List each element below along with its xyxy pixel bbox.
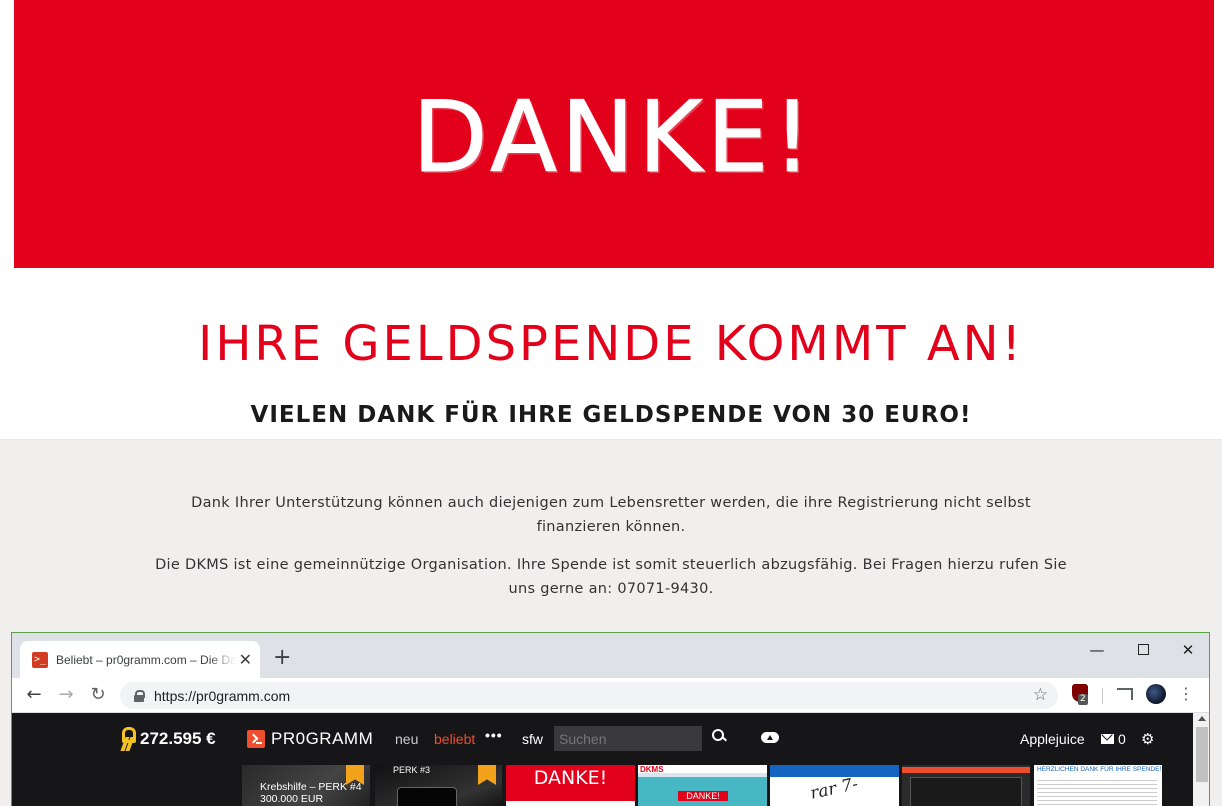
nav-more-icon[interactable]: ••• xyxy=(485,727,503,743)
url-text[interactable]: https://pr0gramm.com xyxy=(154,688,290,704)
thumbnail[interactable]: rar 7- xyxy=(770,765,899,806)
thumbnail-text-lines xyxy=(1037,777,1157,806)
terminal-prompt-icon: >_ xyxy=(32,651,48,668)
close-window-button[interactable]: ✕ xyxy=(1165,641,1209,671)
vertical-scrollbar[interactable] xyxy=(1193,713,1209,806)
benis-value: 272.595 € xyxy=(140,729,216,748)
thumbnail[interactable] xyxy=(902,765,1030,806)
inbox-count: 0 xyxy=(1118,731,1126,747)
bookmark-icon xyxy=(478,765,496,785)
ublock-badge: 2 xyxy=(1078,694,1088,705)
benis-counter[interactable]: 272.595 € xyxy=(120,727,216,751)
donation-subheadline: VIELEN DANK FÜR IHRE GELDSPENDE VON 30 E… xyxy=(250,402,972,428)
hero-title: DANKE! xyxy=(412,81,816,196)
forward-button[interactable]: → xyxy=(54,683,78,707)
maximize-icon xyxy=(1137,644,1149,655)
thumbnail[interactable]: DANKE! xyxy=(506,765,635,806)
thumbnail-caption: HERZLICHEN DANK FÜR IHRE SPENDE! xyxy=(1037,766,1162,773)
logo-text: PR0GRAMM xyxy=(271,729,374,748)
thumbnail-grid: Krebshilfe – PERK #4 300.000 EUR PERK #3… xyxy=(242,765,1162,806)
search-icon[interactable] xyxy=(712,729,728,745)
reload-button[interactable]: ↻ xyxy=(86,683,110,707)
thumbnail-body xyxy=(910,777,1022,806)
upload-cloud-icon[interactable] xyxy=(761,729,781,743)
nav-new[interactable]: neu xyxy=(395,731,418,747)
nav-sfw-filter[interactable]: sfw xyxy=(522,731,543,747)
username-link[interactable]: Applejuice xyxy=(1020,731,1085,747)
thumbnail[interactable]: PERK #3 xyxy=(375,765,502,806)
hero-banner: DANKE! xyxy=(14,0,1214,268)
tab-title: Beliebt – pr0gramm.com – Die Datenbank xyxy=(56,652,236,667)
thumbnail-caption: PERK #3 xyxy=(393,765,431,775)
profile-button[interactable] xyxy=(1145,684,1167,706)
thumbnail[interactable]: DKMS DANKE! xyxy=(638,765,767,806)
search-input[interactable] xyxy=(554,726,702,751)
lock-icon[interactable] xyxy=(134,689,145,702)
hero-section: DANKE! xyxy=(0,0,1222,268)
phone-graphic xyxy=(397,787,457,806)
nav-popular[interactable]: beliebt xyxy=(434,731,475,747)
thumbnail-caption: DANKE! xyxy=(533,767,608,789)
browser-window: >_ Beliebt – pr0gramm.com – Die Datenban… xyxy=(11,632,1210,806)
scroll-up-arrow-icon[interactable] xyxy=(1198,716,1206,721)
new-tab-button[interactable]: + xyxy=(273,647,291,669)
thumbnail[interactable]: HERZLICHEN DANK FÜR IHRE SPENDE! xyxy=(1034,765,1162,806)
thumbnail-button-text: DANKE! xyxy=(678,791,728,801)
thumbnail[interactable]: Krebshilfe – PERK #4 300.000 EUR xyxy=(242,765,370,806)
address-bar[interactable]: https://pr0gramm.com ☆ xyxy=(120,682,1058,709)
pr0gramm-page: 272.595 € PR0GRAMM neu beliebt ••• sfw A… xyxy=(12,713,1193,806)
gear-icon[interactable]: ⚙ xyxy=(1141,730,1154,748)
maximize-button[interactable] xyxy=(1120,641,1166,671)
thumbnail-header xyxy=(770,765,899,777)
upload-arrow xyxy=(767,735,773,740)
profile-avatar-icon xyxy=(1146,684,1166,704)
thumbnail-stripe xyxy=(506,801,635,806)
support-paragraph: Dank Ihrer Unterstützung können auch die… xyxy=(191,495,1031,535)
ublock-extension-button[interactable]: 2 xyxy=(1070,684,1090,706)
scrollbar-thumb[interactable] xyxy=(1196,727,1208,782)
browser-menu-button[interactable]: ⋮ xyxy=(1178,684,1194,706)
browser-toolbar: ← → ↻ https://pr0gramm.com ☆ 2 ⋮ xyxy=(12,678,1209,713)
toolbar-divider xyxy=(1102,688,1103,704)
browser-tab[interactable]: >_ Beliebt – pr0gramm.com – Die Datenban… xyxy=(20,641,260,678)
cast-button[interactable] xyxy=(1114,684,1136,706)
thumbnail-scribble: rar 7- xyxy=(808,774,860,804)
tab-close-icon[interactable]: ✕ xyxy=(239,650,252,669)
thumbnail-header xyxy=(902,767,1030,773)
terminal-prompt-icon xyxy=(247,730,265,748)
bookmark-star-icon[interactable]: ☆ xyxy=(1033,685,1048,705)
tax-info-paragraph: Die DKMS ist eine gemeinnützige Organisa… xyxy=(155,557,1067,597)
browser-titlebar: >_ Beliebt – pr0gramm.com – Die Datenban… xyxy=(12,633,1209,678)
mail-icon xyxy=(1101,734,1114,744)
thumbnail-caption: DKMS xyxy=(640,765,664,774)
ribbon-icon xyxy=(120,727,136,751)
minimize-button[interactable]: — xyxy=(1074,641,1120,671)
inbox-button[interactable]: 0 xyxy=(1101,731,1126,747)
cast-icon xyxy=(1117,688,1133,700)
donation-headline: IHRE GELDSPENDE KOMMT AN! xyxy=(198,316,1024,372)
site-logo[interactable]: PR0GRAMM xyxy=(247,729,373,749)
back-button[interactable]: ← xyxy=(22,683,46,707)
